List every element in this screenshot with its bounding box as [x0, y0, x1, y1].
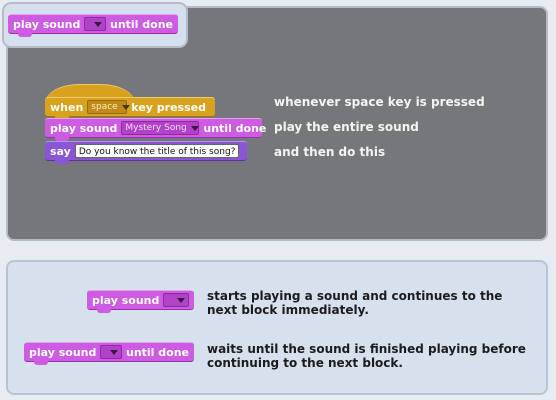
sound-dropdown[interactable]: [100, 345, 122, 359]
block-label: say: [50, 144, 71, 158]
block-label: when: [50, 100, 84, 114]
play-until-done-description: waits until the sound is finished playin…: [207, 342, 526, 370]
block-label: until done: [125, 345, 189, 359]
caret-down-icon: [109, 349, 118, 355]
say-block[interactable]: say Do you know the title of this song?: [45, 141, 247, 164]
play-sound-description: starts playing a sound and continues to …: [207, 289, 503, 317]
note-hat: whenever space key is pressed: [274, 95, 485, 109]
sound-dropdown[interactable]: Mystery Song: [121, 121, 200, 135]
sound-dropdown[interactable]: [84, 17, 106, 31]
sound-dropdown[interactable]: [163, 293, 189, 307]
block-label: until done: [203, 121, 267, 135]
block-label: play sound: [13, 17, 81, 31]
note-play: play the entire sound: [274, 120, 419, 134]
block-label: key pressed: [131, 100, 206, 114]
block-label: play sound: [29, 345, 97, 359]
play-sound-until-done-block[interactable]: play sound until done: [8, 14, 178, 37]
play-sound-until-done-block[interactable]: play sound until done: [24, 342, 194, 365]
block-label: play sound: [92, 293, 160, 307]
comparison-panel: [6, 260, 548, 395]
play-sound-until-done-block[interactable]: play sound Mystery Song until done: [45, 118, 266, 141]
dropdown-value: space: [91, 102, 118, 112]
dropdown-value: Mystery Song: [125, 123, 187, 133]
block-label: play sound: [50, 121, 118, 135]
caret-down-icon: [177, 297, 185, 303]
note-say: and then do this: [274, 145, 386, 159]
caret-down-icon: [121, 104, 130, 110]
key-dropdown[interactable]: space: [87, 100, 130, 114]
play-sound-block[interactable]: play sound: [87, 290, 194, 313]
when-key-pressed-block[interactable]: when space key pressed: [45, 97, 215, 120]
say-text-field[interactable]: Do you know the title of this song?: [74, 144, 240, 158]
caret-down-icon: [190, 125, 199, 131]
caret-down-icon: [93, 21, 102, 27]
block-label: until done: [109, 17, 173, 31]
